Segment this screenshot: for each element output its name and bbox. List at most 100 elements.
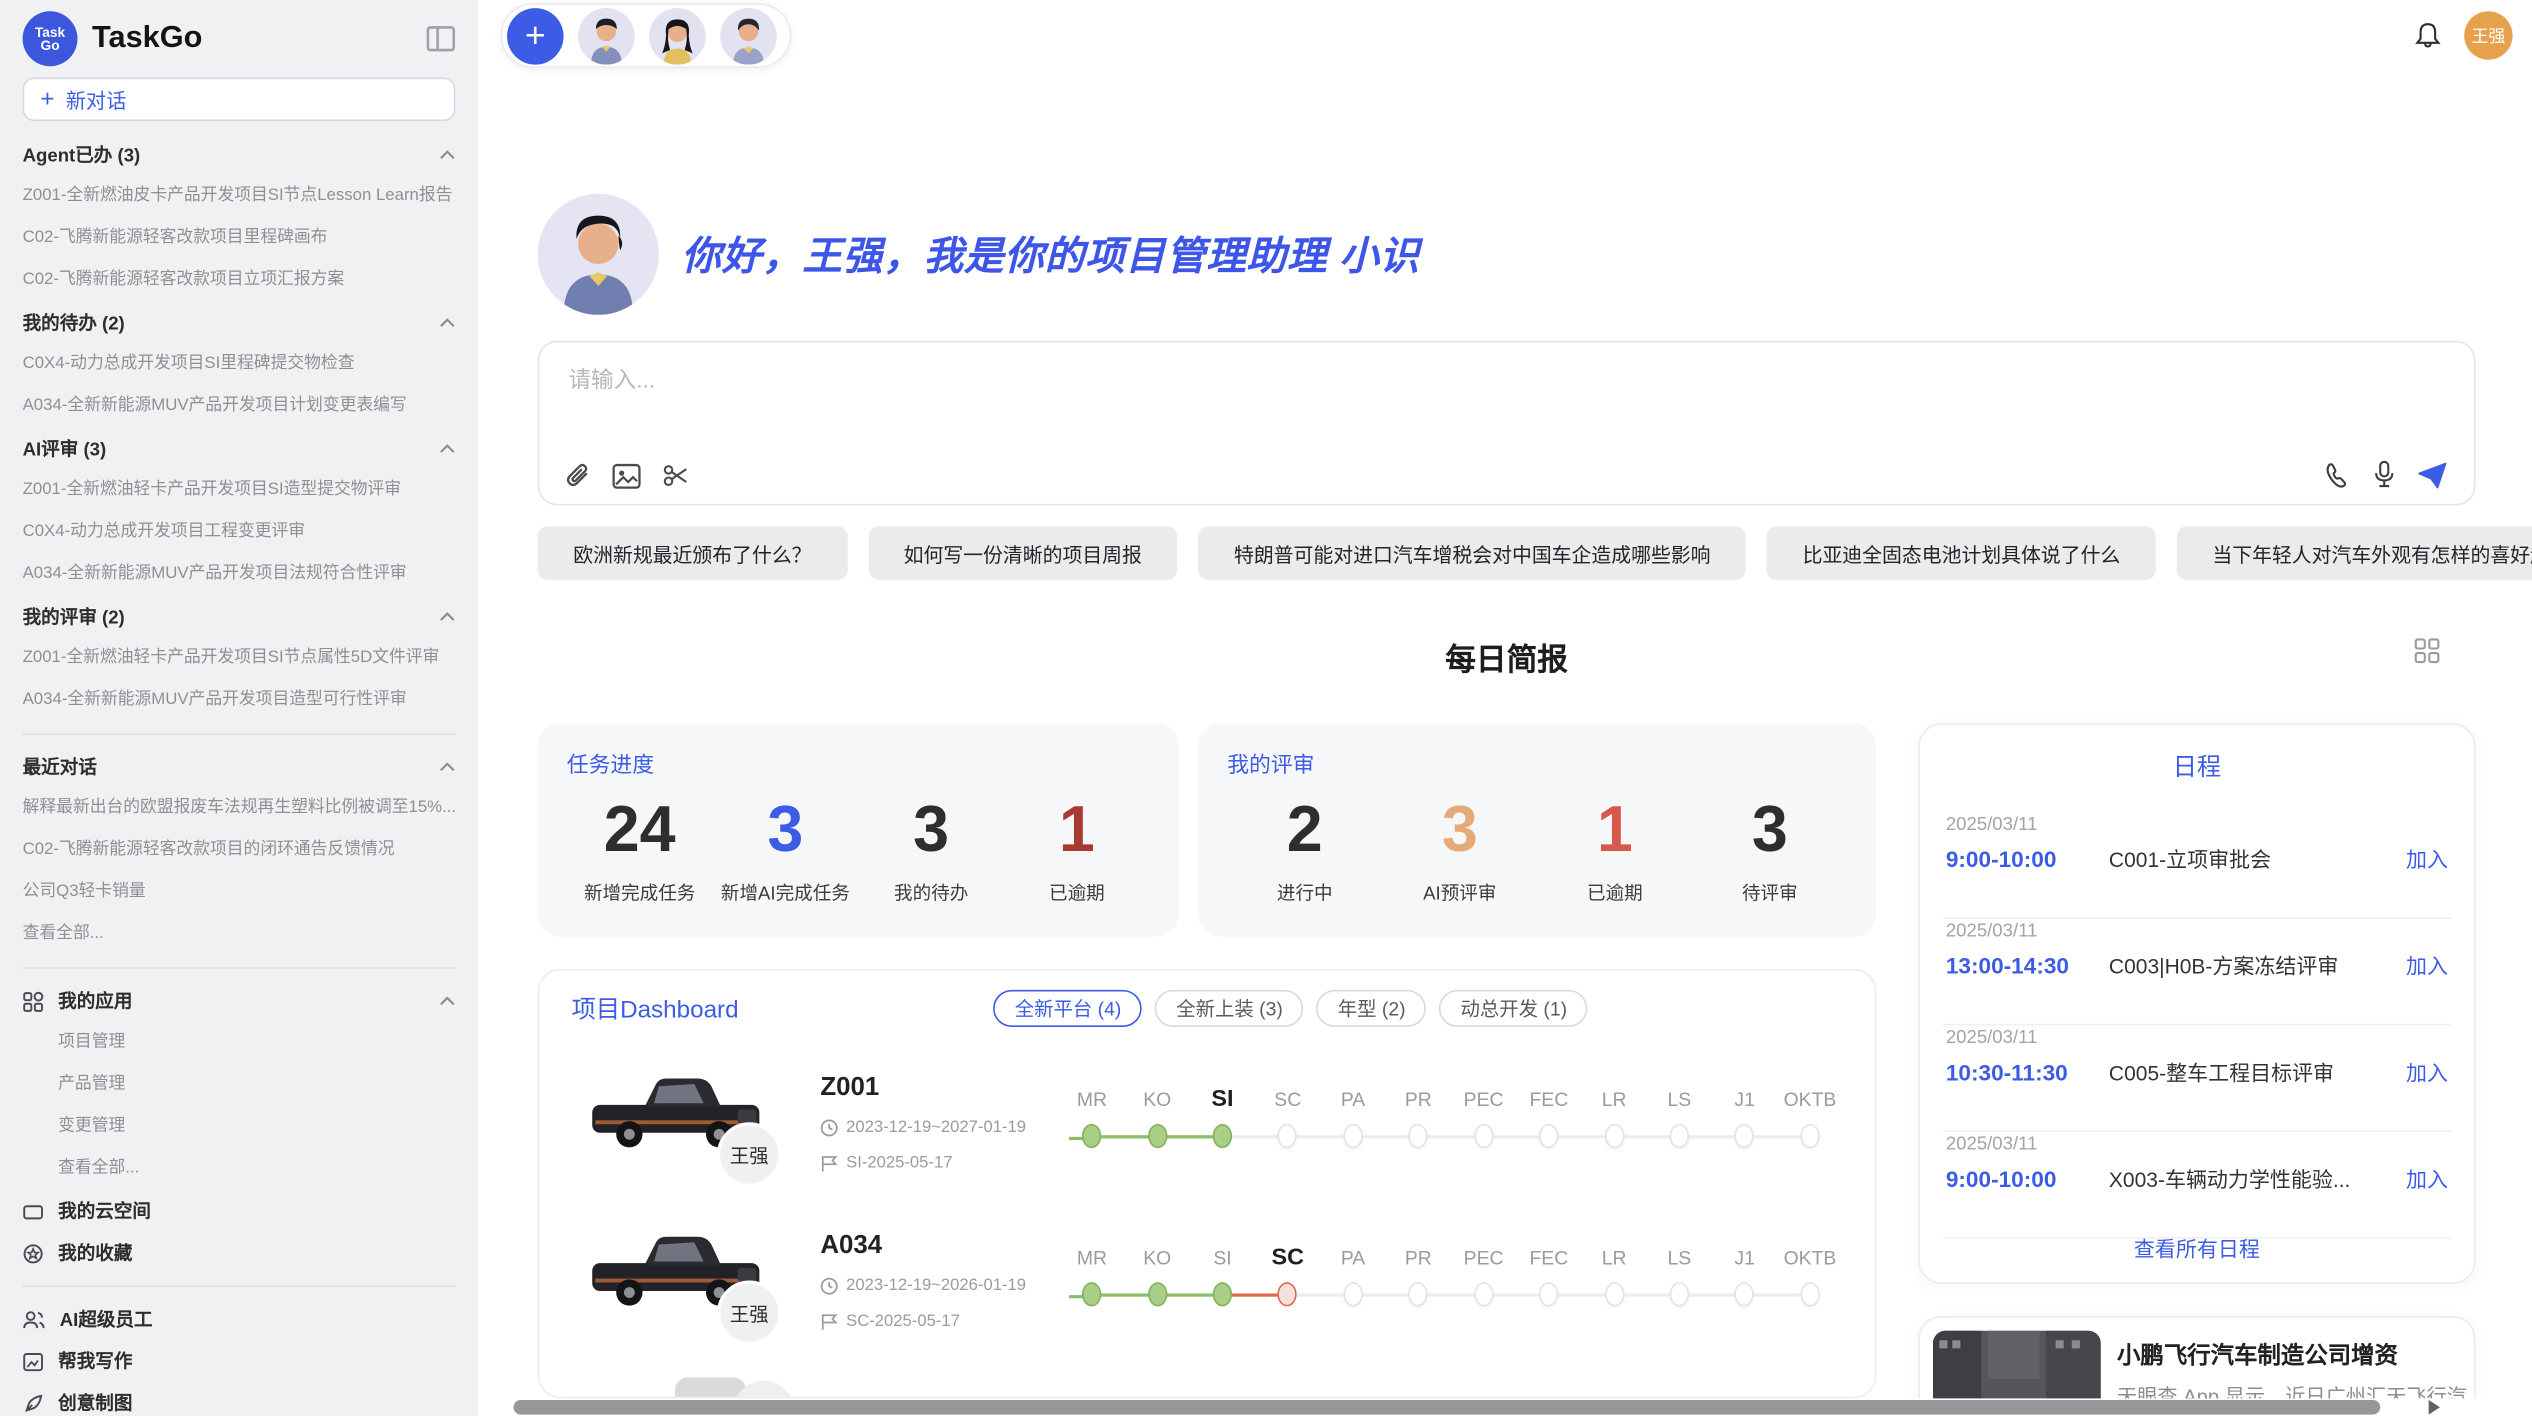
sidebar-item[interactable]: C02-飞腾新能源轻客改款项目里程碑画布 — [23, 218, 456, 260]
scroll-right-arrow-icon[interactable] — [2425, 1398, 2441, 1416]
avatar-person[interactable] — [720, 7, 777, 64]
milestone-label: KO — [1143, 1080, 1171, 1119]
milestone: MR — [1059, 1239, 1124, 1317]
logo-text-bottom: Go — [41, 39, 60, 53]
milestone-dot — [1670, 1124, 1689, 1148]
stat-label: 我的待办 — [858, 880, 1004, 906]
sidebar-item-creative-draw[interactable]: 创意制图 — [23, 1382, 456, 1416]
add-agent-button[interactable]: + — [507, 7, 564, 64]
stat: 1 已逾期 — [1004, 794, 1150, 905]
user-avatar[interactable]: 王强 — [2464, 11, 2512, 59]
milestone-label: KO — [1143, 1239, 1171, 1278]
stat-label: 待评审 — [1692, 880, 1847, 906]
sidebar-section-header[interactable]: Agent已办 (3) — [23, 134, 456, 176]
plus-icon: + — [40, 87, 54, 111]
sidebar-item-favorites[interactable]: 我的收藏 — [23, 1232, 456, 1274]
sidebar-section-header[interactable]: 我的待办 (2) — [23, 302, 456, 344]
sidebar-item[interactable]: C0X4-动力总成开发项目工程变更评审 — [23, 512, 456, 554]
milestone-label: J1 — [1734, 1239, 1754, 1278]
sidebar-item[interactable]: A034-全新新能源MUV产品开发项目法规符合性评审 — [23, 554, 456, 596]
stat-row: 24 新增完成任务 3 新增AI完成任务 3 我的待办 1 — [567, 794, 1150, 905]
stat-value: 1 — [1537, 794, 1692, 865]
milestone-label: PA — [1341, 1080, 1365, 1119]
suggestion-chip[interactable]: 特朗普可能对进口汽车增税会对中国车企造成哪些影响 — [1198, 526, 1746, 579]
filter-chip[interactable]: 年型 (2) — [1317, 990, 1427, 1027]
join-link[interactable]: 加入 — [2406, 1056, 2448, 1087]
sidebar-item[interactable]: C02-飞腾新能源轻客改款项目立项汇报方案 — [23, 260, 456, 302]
view-all-schedule-link[interactable]: 查看所有日程 — [1920, 1232, 2474, 1263]
milestone: MR — [1059, 1080, 1124, 1158]
milestone-dot — [1213, 1124, 1232, 1148]
notification-bell-icon[interactable] — [2414, 21, 2441, 50]
sidebar-item[interactable]: 解释最新出台的欧盟报废车法规再生塑料比例被调至15%... — [23, 788, 456, 830]
microphone-icon[interactable] — [2372, 460, 2396, 489]
scissors-icon[interactable] — [662, 462, 689, 489]
sidebar-item[interactable]: C02-飞腾新能源轻客改款项目的闭环通告反馈情况 — [23, 830, 456, 872]
suggestion-chip[interactable]: 当下年轻人对汽车外观有怎样的喜好趋势 — [2177, 526, 2532, 579]
sidebar-item-help-write[interactable]: 帮我写作 — [23, 1340, 456, 1382]
filter-chip[interactable]: 动总开发 (1) — [1439, 990, 1588, 1027]
sidebar-item[interactable]: C0X4-动力总成开发项目SI里程碑提交物检查 — [23, 344, 456, 386]
filter-chip[interactable]: 全新平台 (4) — [994, 990, 1143, 1027]
filter-label: 年型 (2) — [1338, 995, 1406, 1022]
attachment-icon[interactable] — [564, 462, 591, 489]
sidebar-item[interactable]: Z001-全新燃油轻卡产品开发项目SI造型提交物评审 — [23, 470, 456, 512]
sidebar-item[interactable]: A034-全新新能源MUV产品开发项目造型可行性评审 — [23, 680, 456, 722]
sidebar-item[interactable]: Z001-全新燃油轻卡产品开发项目SI节点属性5D文件评审 — [23, 638, 456, 680]
filter-chip[interactable]: 全新上装 (3) — [1155, 990, 1304, 1027]
sidebar-section-ai-review: AI评审 (3) Z001-全新燃油轻卡产品开发项目SI造型提交物评审C0X4-… — [23, 428, 456, 596]
milestone-dot — [1474, 1282, 1493, 1306]
suggestion-chip[interactable]: 比亚迪全固态电池计划具体说了什么 — [1767, 526, 2156, 579]
suggestion-chip[interactable]: 如何写一份清晰的项目周报 — [868, 526, 1177, 579]
sidebar-item[interactable]: Z001-全新燃油皮卡产品开发项目SI节点Lesson Learn报告 — [23, 176, 456, 218]
milestone: SI — [1190, 1239, 1255, 1317]
sidebar-item-my-apps[interactable]: 我的应用 — [23, 980, 456, 1022]
sidebar-item[interactable]: 项目管理 — [23, 1022, 456, 1064]
milestone-dot — [1148, 1282, 1167, 1306]
image-icon[interactable] — [612, 463, 641, 489]
join-link[interactable]: 加入 — [2406, 1163, 2448, 1194]
stat-label: 已逾期 — [1004, 880, 1150, 906]
milestone: OKTB — [1777, 1080, 1842, 1158]
project-dates: 2023-12-19~2027-01-19 — [820, 1119, 1026, 1137]
layout-grid-icon[interactable] — [2414, 638, 2440, 672]
send-icon[interactable] — [2417, 461, 2448, 488]
phone-icon[interactable] — [2324, 461, 2351, 488]
project-row[interactable]: 王强 A034 2023-12-19~2026-01-19 SC-2025-05… — [539, 1206, 1874, 1364]
join-link[interactable]: 加入 — [2406, 843, 2448, 874]
scrollbar-thumb[interactable] — [514, 1400, 2381, 1415]
milestone: OKTB — [1777, 1239, 1842, 1317]
sidebar-section-header[interactable]: 最近对话 — [23, 746, 456, 788]
sidebar-item-cloud[interactable]: 我的云空间 — [23, 1190, 456, 1232]
milestone-dot — [1343, 1282, 1362, 1306]
join-link[interactable]: 加入 — [2406, 950, 2448, 981]
sidebar-item[interactable]: 变更管理 — [23, 1106, 456, 1148]
sidebar-item[interactable]: 查看全部... — [23, 914, 456, 956]
milestone-dot — [1670, 1282, 1689, 1306]
sidebar-item[interactable]: A034-全新新能源MUV产品开发项目计划变更表编写 — [23, 386, 456, 428]
milestone: PA — [1320, 1239, 1385, 1317]
sidebar-item-ai-employee[interactable]: AI超级员工 — [23, 1298, 456, 1340]
avatar-woman[interactable] — [649, 7, 706, 64]
schedule-entry: 2025/03/11 13:00-14:30 C003|H0B-方案冻结评审 加… — [1920, 919, 2474, 1026]
sidebar-item[interactable]: 公司Q3轻卡销量 — [23, 872, 456, 914]
schedule-date: 2025/03/11 — [1946, 812, 2448, 835]
section-items: 解释最新出台的欧盟报废车法规再生塑料比例被调至15%...C02-飞腾新能源轻客… — [23, 788, 456, 956]
write-doc-icon — [23, 1351, 44, 1372]
chat-input[interactable] — [565, 365, 2448, 394]
sidebar-section-header[interactable]: 我的评审 (2) — [23, 596, 456, 638]
project-row[interactable]: 王强 Z001 2023-12-19~2027-01-19 SI-2025-05… — [539, 1048, 1874, 1206]
section-items: Z001-全新燃油轻卡产品开发项目SI节点属性5D文件评审A034-全新新能源M… — [23, 638, 456, 722]
sidebar-section-header[interactable]: AI评审 (3) — [23, 428, 456, 470]
sidebar-collapse-icon[interactable] — [426, 26, 455, 52]
avatar-man[interactable] — [578, 7, 635, 64]
composer-tools-right — [2324, 460, 2448, 489]
milestone-label: LS — [1668, 1080, 1692, 1119]
sidebar-item[interactable]: 产品管理 — [23, 1064, 456, 1106]
divider — [23, 967, 456, 969]
suggestion-chip[interactable]: 欧洲新规最近颁布了什么？ — [538, 526, 847, 579]
new-chat-button[interactable]: + 新对话 — [23, 78, 456, 122]
milestone: KO — [1125, 1080, 1190, 1158]
sidebar-item[interactable]: 查看全部... — [23, 1148, 456, 1190]
clock-icon — [820, 1277, 838, 1295]
